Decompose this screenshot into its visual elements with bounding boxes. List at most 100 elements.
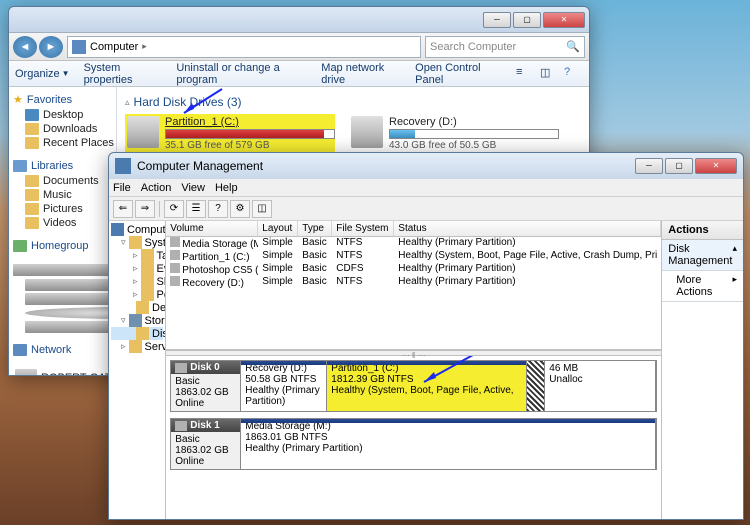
mmc-toolbar: ⇐ ⇒ ⟳ ☰ ? ⚙ ◫ bbox=[109, 197, 743, 221]
homegroup-header[interactable]: Homegroup bbox=[11, 238, 114, 254]
nav-desktop[interactable]: Desktop bbox=[11, 108, 114, 122]
explorer-titlebar[interactable]: ─ ▢ ✕ bbox=[9, 7, 589, 33]
nav-music[interactable]: Music bbox=[11, 188, 114, 202]
tree-disk-management[interactable]: Disk Management bbox=[111, 327, 163, 340]
explorer-toolbar: Organize▼ System properties Uninstall or… bbox=[9, 61, 589, 87]
search-icon: 🔍 bbox=[566, 40, 580, 53]
action-more[interactable]: More Actions▸ bbox=[662, 271, 743, 302]
minimize-button[interactable]: ─ bbox=[635, 158, 663, 174]
col-type[interactable]: Type bbox=[298, 221, 332, 236]
minimize-button[interactable]: ─ bbox=[483, 12, 511, 28]
menu-help[interactable]: Help bbox=[215, 182, 238, 194]
partition-recovery[interactable]: Recovery (D:)50.58 GB NTFSHealthy (Prima… bbox=[241, 361, 327, 411]
actions-pane: Actions Disk Management▴ More Actions▸ bbox=[662, 221, 743, 519]
maximize-button[interactable]: ▢ bbox=[513, 12, 541, 28]
nav-pictures[interactable]: Pictures bbox=[11, 202, 114, 216]
folder-icon bbox=[141, 275, 154, 288]
drive-item-d[interactable]: Recovery (D:) 43.0 GB free of 50.5 GB bbox=[349, 114, 559, 153]
actions-header: Actions bbox=[662, 221, 743, 240]
tree-device-manager[interactable]: Device Manager bbox=[111, 301, 163, 314]
tree-task-scheduler[interactable]: ▹Task Scheduler bbox=[111, 249, 163, 262]
tree-shared-folders[interactable]: ▹Shared Folders bbox=[111, 275, 163, 288]
nav-network-pc[interactable]: ROBERT-GATEW bbox=[11, 368, 114, 375]
extra-icon[interactable]: ◫ bbox=[252, 200, 272, 218]
col-layout[interactable]: Layout bbox=[258, 221, 298, 236]
tree-root[interactable]: Computer Management (Local bbox=[111, 223, 163, 236]
uninstall-button[interactable]: Uninstall or change a program bbox=[176, 62, 307, 86]
col-filesystem[interactable]: File System bbox=[332, 221, 394, 236]
drive-usage-bar bbox=[165, 129, 335, 139]
menu-view[interactable]: View bbox=[181, 182, 205, 194]
control-panel-button[interactable]: Open Control Panel bbox=[415, 62, 501, 86]
menu-file[interactable]: File bbox=[113, 182, 131, 194]
col-status[interactable]: Status bbox=[394, 221, 661, 236]
maximize-button[interactable]: ▢ bbox=[665, 158, 693, 174]
address-text: Computer bbox=[90, 41, 138, 53]
view-options-icon[interactable]: ≡ bbox=[515, 65, 535, 83]
chevron-right-icon: ▸ bbox=[732, 274, 737, 298]
volume-row[interactable]: Photoshop CS5 (E:)SimpleBasicCDFSHealthy… bbox=[166, 263, 661, 276]
drive-icon bbox=[25, 279, 117, 291]
nav-drive-d[interactable]: Recovery (D:) bbox=[11, 292, 114, 306]
nav-drive-m[interactable]: Media Storage (M:) bbox=[11, 320, 114, 334]
nav-drive-e[interactable]: DVD RW Drive (E:) Pl bbox=[11, 306, 114, 320]
disk-icon bbox=[175, 363, 187, 373]
network-header[interactable]: Network bbox=[11, 342, 114, 358]
section-header[interactable]: Hard Disk Drives (3) bbox=[134, 91, 242, 114]
drive-icon bbox=[25, 321, 117, 333]
mgmt-titlebar[interactable]: Computer Management ─ ▢ ✕ bbox=[109, 153, 743, 179]
volume-row[interactable]: Recovery (D:)SimpleBasicNTFSHealthy (Pri… bbox=[166, 276, 661, 289]
action-disk-management[interactable]: Disk Management▴ bbox=[662, 240, 743, 271]
tree-services[interactable]: ▹Services and Applications bbox=[111, 340, 163, 353]
close-button[interactable]: ✕ bbox=[695, 158, 737, 174]
volume-headers: Volume Layout Type File System Status bbox=[166, 221, 661, 237]
close-button[interactable]: ✕ bbox=[543, 12, 585, 28]
nav-drive-c[interactable]: Partition_1 (C:) bbox=[11, 278, 114, 292]
refresh-icon[interactable]: ⟳ bbox=[164, 200, 184, 218]
volume-row[interactable]: Partition_1 (C:)SimpleBasicNTFSHealthy (… bbox=[166, 250, 661, 263]
libraries-header[interactable]: Libraries bbox=[11, 158, 114, 174]
partition-c[interactable]: Partition_1 (C:)1812.39 GB NTFSHealthy (… bbox=[327, 361, 527, 411]
nav-downloads[interactable]: Downloads bbox=[11, 122, 114, 136]
volume-row[interactable]: Media Storage (M:)SimpleBasicNTFSHealthy… bbox=[166, 237, 661, 250]
back-button[interactable]: ◄ bbox=[13, 36, 37, 58]
disk-info[interactable]: Disk 1 Basic1863.02 GBOnline bbox=[171, 419, 241, 469]
libraries-icon bbox=[13, 160, 27, 172]
system-properties-button[interactable]: System properties bbox=[84, 62, 163, 86]
partition-m[interactable]: Media Storage (M:)1863.01 GB NTFSHealthy… bbox=[241, 419, 656, 469]
partition-unallocated[interactable]: 46 MBUnalloc bbox=[545, 361, 656, 411]
favorites-header[interactable]: ★Favorites bbox=[11, 91, 114, 108]
details-pane: Volume Layout Type File System Status Me… bbox=[166, 221, 662, 519]
tree-performance[interactable]: ▹Performance bbox=[111, 288, 163, 301]
back-icon[interactable]: ⇐ bbox=[113, 200, 133, 218]
drive-item-c[interactable]: Partition_1 (C:) 35.1 GB free of 579 GB bbox=[125, 114, 335, 153]
tree-event-viewer[interactable]: ▹Event Viewer bbox=[111, 262, 163, 275]
computer-icon bbox=[72, 40, 86, 54]
nav-documents[interactable]: Documents bbox=[11, 174, 114, 188]
preview-pane-icon[interactable]: ◫ bbox=[539, 65, 559, 83]
network-icon bbox=[13, 344, 27, 356]
computer-header[interactable]: Computer bbox=[11, 262, 114, 278]
nav-videos[interactable]: Videos bbox=[11, 216, 114, 230]
menu-action[interactable]: Action bbox=[141, 182, 172, 194]
star-icon: ★ bbox=[13, 93, 23, 106]
disk-info[interactable]: Disk 0 Basic1863.02 GBOnline bbox=[171, 361, 241, 411]
forward-icon[interactable]: ⇒ bbox=[135, 200, 155, 218]
address-input[interactable]: Computer ▸ bbox=[67, 36, 421, 58]
col-volume[interactable]: Volume bbox=[166, 221, 258, 236]
volume-list: Volume Layout Type File System Status Me… bbox=[166, 221, 661, 350]
tree-systools[interactable]: ▿System Tools bbox=[111, 236, 163, 249]
map-drive-button[interactable]: Map network drive bbox=[321, 62, 401, 86]
forward-button[interactable]: ► bbox=[39, 36, 63, 58]
settings-icon[interactable]: ⚙ bbox=[230, 200, 250, 218]
partition-hatch[interactable] bbox=[527, 361, 545, 411]
search-input[interactable]: Search Computer 🔍 bbox=[425, 36, 585, 58]
help-icon[interactable]: ? bbox=[208, 200, 228, 218]
help-icon[interactable]: ? bbox=[563, 65, 583, 83]
recent-icon bbox=[25, 137, 39, 149]
properties-icon[interactable]: ☰ bbox=[186, 200, 206, 218]
mgmt-icon bbox=[115, 158, 131, 174]
organize-menu[interactable]: Organize▼ bbox=[15, 68, 70, 80]
tree-storage[interactable]: ▿Storage bbox=[111, 314, 163, 327]
nav-recent[interactable]: Recent Places bbox=[11, 136, 114, 150]
